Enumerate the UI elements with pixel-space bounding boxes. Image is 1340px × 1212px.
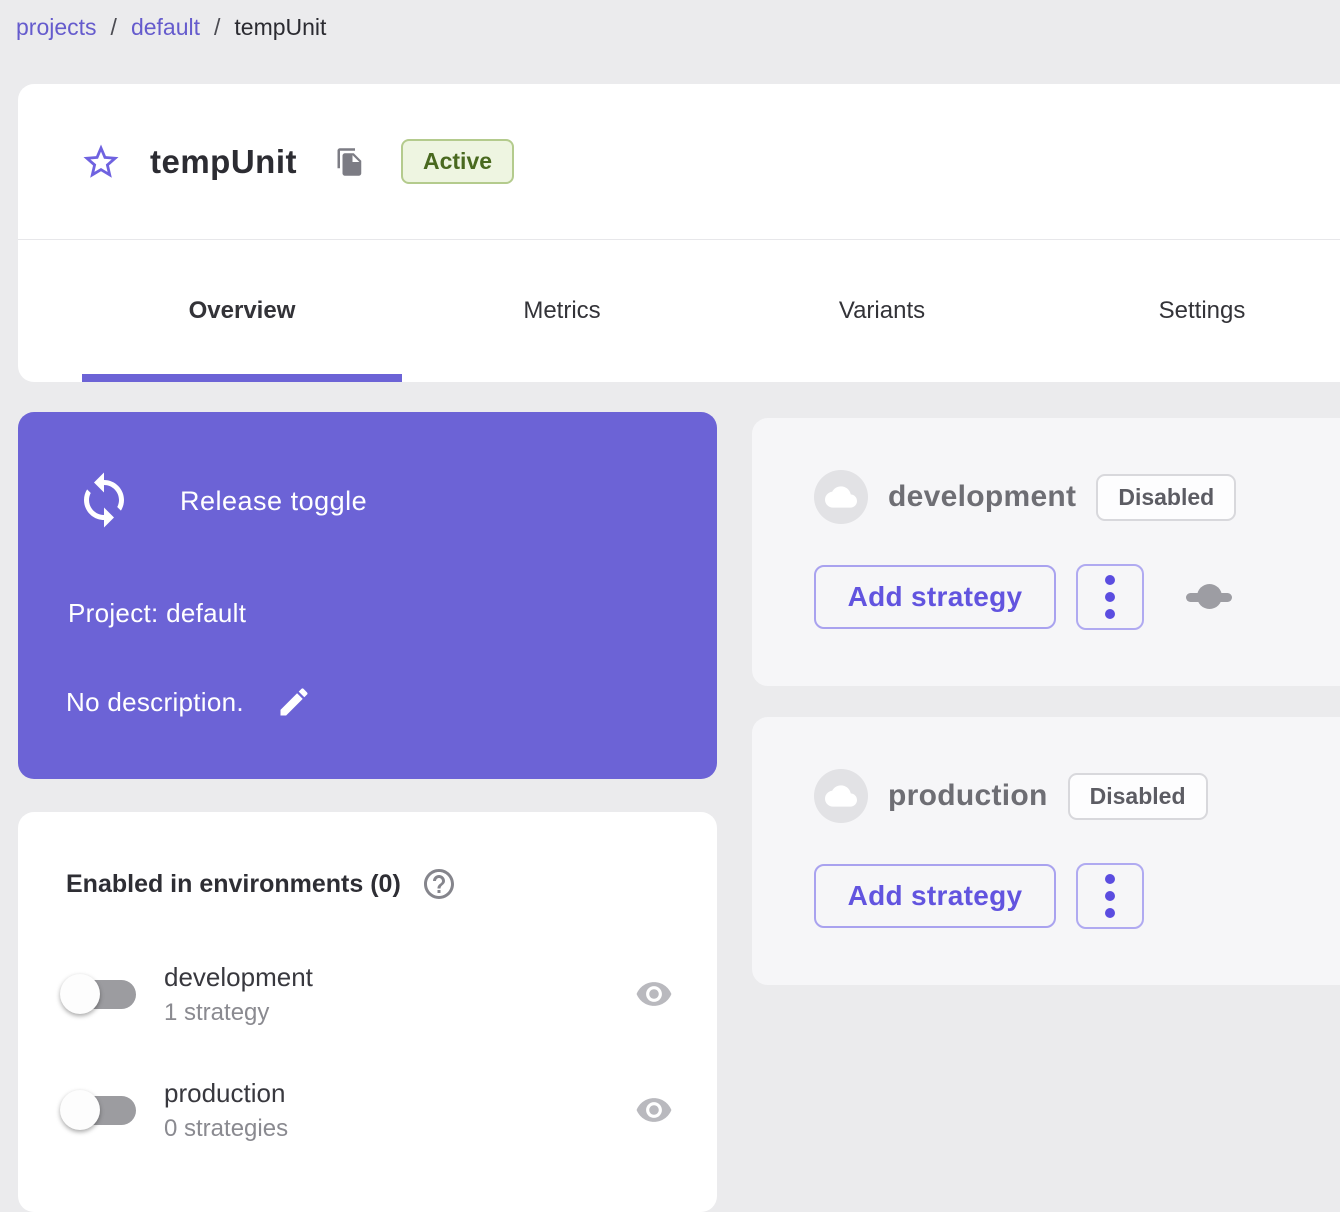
environment-row-text: development 1 strategy [164, 962, 313, 1027]
environment-card-actions: Add strategy [814, 863, 1144, 929]
edit-description-icon[interactable] [276, 684, 312, 720]
environment-status-chip: Disabled [1096, 474, 1236, 521]
copy-icon[interactable] [335, 145, 365, 179]
strategy-slider-icon[interactable] [1186, 584, 1232, 610]
environment-row-production: production 0 strategies [18, 1070, 717, 1150]
environment-name: development [164, 962, 313, 993]
favorite-star-icon[interactable] [80, 141, 122, 183]
breadcrumb-link-default[interactable]: default [131, 14, 200, 41]
environment-status-chip: Disabled [1068, 773, 1208, 820]
page-title: tempUnit [150, 143, 297, 181]
enabled-environments-card: Enabled in environments (0) development … [18, 812, 717, 1212]
more-options-icon[interactable] [1076, 863, 1144, 929]
enabled-environments-title: Enabled in environments (0) [66, 870, 401, 899]
breadcrumb-link-projects[interactable]: projects [16, 14, 97, 41]
environment-card-actions: Add strategy [814, 564, 1232, 630]
status-badge: Active [401, 139, 514, 184]
environment-strategy-count: 0 strategies [164, 1115, 288, 1143]
breadcrumb-current: tempUnit [234, 14, 326, 41]
tab-overview[interactable]: Overview [82, 240, 402, 382]
environment-card-header: development Disabled [814, 470, 1236, 524]
environment-row-text: production 0 strategies [164, 1078, 288, 1143]
environment-rows: development 1 strategy production 0 stra… [18, 954, 717, 1186]
toggle-type-card: Release toggle Project: default No descr… [18, 412, 717, 779]
feature-header-card: tempUnit Active Overview Metrics Variant… [18, 84, 1340, 382]
eye-icon[interactable] [635, 1091, 673, 1129]
development-toggle-switch[interactable] [60, 972, 138, 1016]
environment-row-development: development 1 strategy [18, 954, 717, 1034]
breadcrumb: projects / default / tempUnit [16, 14, 326, 41]
cloud-icon [814, 470, 868, 524]
production-toggle-switch[interactable] [60, 1088, 138, 1132]
tab-bar: Overview Metrics Variants Settings [18, 240, 1340, 382]
tab-variants[interactable]: Variants [722, 240, 1042, 382]
add-strategy-button[interactable]: Add strategy [814, 565, 1056, 629]
breadcrumb-separator: / [111, 14, 117, 41]
environment-card-header: production Disabled [814, 769, 1208, 823]
tab-metrics[interactable]: Metrics [402, 240, 722, 382]
toggle-description: No description. [66, 687, 244, 718]
help-icon[interactable] [421, 866, 457, 902]
environment-card-name: production [888, 779, 1048, 813]
add-strategy-button[interactable]: Add strategy [814, 864, 1056, 928]
breadcrumb-separator: / [214, 14, 220, 41]
tab-settings[interactable]: Settings [1042, 240, 1340, 382]
toggle-type-label: Release toggle [180, 486, 367, 517]
more-options-icon[interactable] [1076, 564, 1144, 630]
environment-strategy-count: 1 strategy [164, 999, 313, 1027]
eye-icon[interactable] [635, 975, 673, 1013]
enabled-environments-header: Enabled in environments (0) [66, 866, 457, 902]
environment-card-production: production Disabled Add strategy [752, 717, 1340, 985]
environment-card-name: development [888, 480, 1076, 514]
toggle-description-row: No description. [66, 684, 312, 720]
environment-card-development: development Disabled Add strategy [752, 418, 1340, 686]
environment-name: production [164, 1078, 288, 1109]
cloud-icon [814, 769, 868, 823]
release-toggle-icon [74, 470, 134, 530]
feature-title-row: tempUnit Active [18, 84, 1340, 239]
toggle-project-label: Project: default [68, 598, 246, 629]
